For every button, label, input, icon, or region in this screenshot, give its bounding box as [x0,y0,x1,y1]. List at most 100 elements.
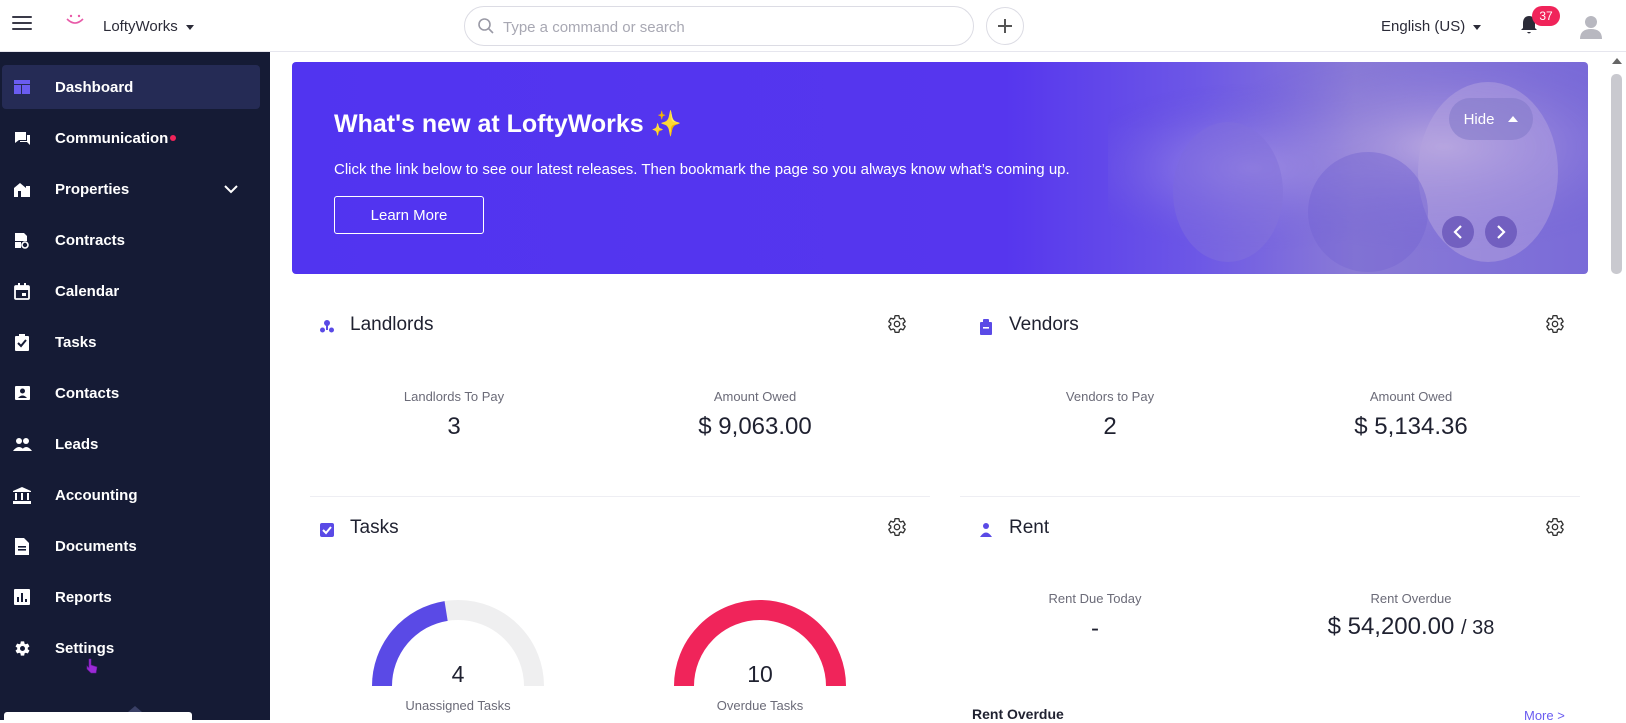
sidebar-footer-tab[interactable] [4,712,192,720]
chevron-right-icon [1497,225,1506,239]
calendar-icon [12,281,32,301]
sidebar-item-label: Documents [55,537,137,555]
search-input[interactable] [503,17,943,37]
sidebar-item-accounting[interactable]: Accounting [0,473,270,517]
divider [310,496,930,497]
leads-icon [12,434,32,454]
unassigned-tasks-label: Unassigned Tasks [405,698,511,713]
rent-due-today-value: - [1091,615,1099,642]
landlords-to-pay-label: Landlords To Pay [403,389,505,404]
sidebar-item-documents[interactable]: Documents [0,524,270,568]
reports-icon [12,587,32,607]
landlords-owed-value[interactable]: $ 9,063.00 [625,413,885,441]
landlords-to-pay-value[interactable]: 3 [324,413,584,441]
rent-title: Rent [1009,517,1050,538]
documents-icon [12,536,32,556]
org-switcher[interactable]: LoftyWorks [103,18,194,35]
caret-down-icon [185,24,194,30]
plus-icon [998,19,1012,33]
caret-down-icon [1473,24,1482,30]
sidebar-item-contacts[interactable]: Contacts [0,371,270,415]
sidebar-item-tasks[interactable]: Tasks [0,320,270,364]
tasks-icon [12,332,32,352]
sidebar-item-label: Contracts [55,231,126,249]
landlords-settings-gear-icon[interactable] [887,314,907,334]
notification-badge: 37 [1532,6,1560,26]
caret-up-icon [1508,116,1519,122]
language-selector[interactable]: English (US) [1381,18,1482,35]
prev-slide-button[interactable] [1442,216,1474,248]
vendors-title: Vendors [1009,314,1079,335]
top-bar: LoftyWorks English (US) 37 [0,0,1626,52]
hide-banner-button[interactable]: Hide [1449,98,1533,140]
vendors-to-pay-value[interactable]: 2 [980,413,1240,441]
sidebar-item-label: Communication [55,129,169,147]
properties-icon [12,179,32,199]
sidebar-item-label: Tasks [55,333,97,351]
hide-label: Hide [1463,110,1495,128]
chevron-left-icon [1453,225,1462,239]
sidebar-item-settings[interactable]: Settings [0,626,270,670]
sidebar-item-properties[interactable]: Properties [0,167,270,211]
hamburger-menu-icon[interactable] [12,16,32,34]
tasks-settings-gear-icon[interactable] [887,517,907,537]
rent-overdue-label: Rent Overdue [1370,591,1452,606]
rent-due-today-label: Rent Due Today [1048,591,1142,606]
landlords-title: Landlords [350,314,434,335]
whats-new-banner: What's new at LoftyWorks ✨ Click the lin… [292,62,1588,274]
rent-overdue-value: $ 54,200.00 [1327,613,1455,640]
unread-dot [170,135,176,141]
chat-icon [12,128,32,148]
scrollbar-thumb[interactable] [1611,74,1622,274]
contacts-icon [12,383,32,403]
main-content: What's new at LoftyWorks ✨ Click the lin… [270,52,1610,723]
sidebar-item-label: Calendar [55,282,120,300]
sidebar-item-communication[interactable]: Communication [0,116,270,160]
divider [960,496,1580,497]
overdue-tasks-value: 10 [747,661,773,687]
tasks-title: Tasks [350,517,399,538]
landlord-icon [320,320,334,333]
sidebar-item-label: Accounting [55,486,138,504]
org-name: LoftyWorks [103,18,178,35]
sidebar: Dashboard Communication Properties Contr… [0,52,270,720]
rent-overdue-amount[interactable]: $ 54,200.00 / 38 [1231,613,1591,641]
landlords-owed-label: Amount Owed [713,389,797,404]
contracts-icon [12,230,32,250]
chevron-down-icon[interactable] [224,184,238,194]
sidebar-item-dashboard[interactable]: Dashboard [2,65,260,109]
rent-person-icon [980,523,992,537]
scroll-up-arrow-icon[interactable] [1612,58,1622,64]
sidebar-item-reports[interactable]: Reports [0,575,270,619]
accounting-icon [12,485,32,505]
rent-overdue-count: / 38 [1461,617,1495,639]
language-label: English (US) [1381,18,1466,35]
sidebar-item-label: Contacts [55,384,120,402]
sidebar-item-calendar[interactable]: Calendar [0,269,270,313]
vendors-owed-label: Amount Owed [1369,389,1453,404]
command-search[interactable] [464,6,974,46]
sidebar-item-label: Settings [55,639,115,657]
sidebar-item-contracts[interactable]: Contracts [0,218,270,262]
sidebar-item-leads[interactable]: Leads [0,422,270,466]
gear-icon [12,638,32,658]
learn-more-button[interactable]: Learn More [334,196,484,234]
rent-settings-gear-icon[interactable] [1545,517,1565,537]
overdue-tasks-label: Overdue Tasks [716,698,804,713]
avatar[interactable] [1578,13,1604,39]
add-button[interactable] [986,7,1024,45]
sidebar-item-label: Leads [55,435,99,453]
vendor-icon [980,319,992,335]
vendors-settings-gear-icon[interactable] [1545,314,1565,334]
unassigned-tasks-value: 4 [451,661,465,687]
sidebar-item-label: Dashboard [55,78,134,96]
banner-title: What's new at LoftyWorks ✨ [334,110,682,138]
vendors-to-pay-label: Vendors to Pay [1065,389,1155,404]
dashboard-icon [12,77,32,97]
sidebar-item-label: Properties [55,180,130,198]
rent-overdue-more-link[interactable]: More > [1524,708,1565,723]
search-icon [478,18,494,34]
banner-subtitle: Click the link below to see our latest r… [334,161,1070,178]
next-slide-button[interactable] [1485,216,1517,248]
vendors-owed-value[interactable]: $ 5,134.36 [1281,413,1541,441]
